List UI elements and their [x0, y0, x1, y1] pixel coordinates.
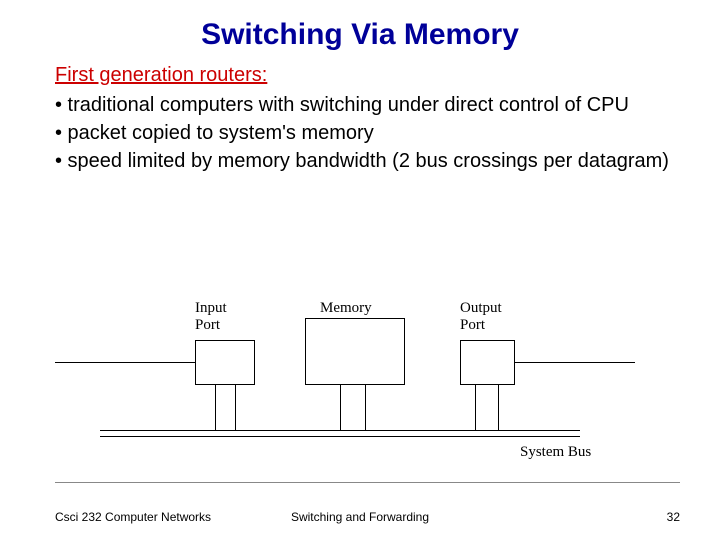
- memory-conn-2: [365, 385, 366, 430]
- output-conn-1: [475, 385, 476, 430]
- memory-conn-1: [340, 385, 341, 430]
- footer-center: Switching and Forwarding: [0, 510, 720, 524]
- slide-title: Switching Via Memory: [0, 0, 720, 62]
- bullet-3: • speed limited by memory bandwidth (2 b…: [55, 148, 680, 174]
- footer-right: 32: [667, 510, 680, 524]
- footer-divider: [55, 482, 680, 483]
- slide-body: First generation routers: • traditional …: [0, 62, 720, 174]
- output-port-box: [460, 340, 515, 385]
- bus-line-bottom: [100, 436, 580, 437]
- output-port-label: Output Port: [460, 300, 502, 335]
- bullet-2: • packet copied to system's memory: [55, 120, 680, 146]
- bullet-1: • traditional computers with switching u…: [55, 92, 680, 118]
- memory-label: Memory: [320, 300, 372, 317]
- bus-line-top: [100, 430, 580, 431]
- memory-box: [305, 318, 405, 385]
- input-line: [55, 362, 195, 363]
- bus-label: System Bus: [520, 444, 591, 461]
- output-conn-2: [498, 385, 499, 430]
- input-port-label: Input Port: [195, 300, 227, 335]
- input-port-box: [195, 340, 255, 385]
- input-conn-2: [235, 385, 236, 430]
- input-conn-1: [215, 385, 216, 430]
- diagram: Input Port Memory Output Port System Bus: [0, 300, 720, 470]
- subtitle: First generation routers:: [55, 62, 680, 88]
- output-line: [515, 362, 635, 363]
